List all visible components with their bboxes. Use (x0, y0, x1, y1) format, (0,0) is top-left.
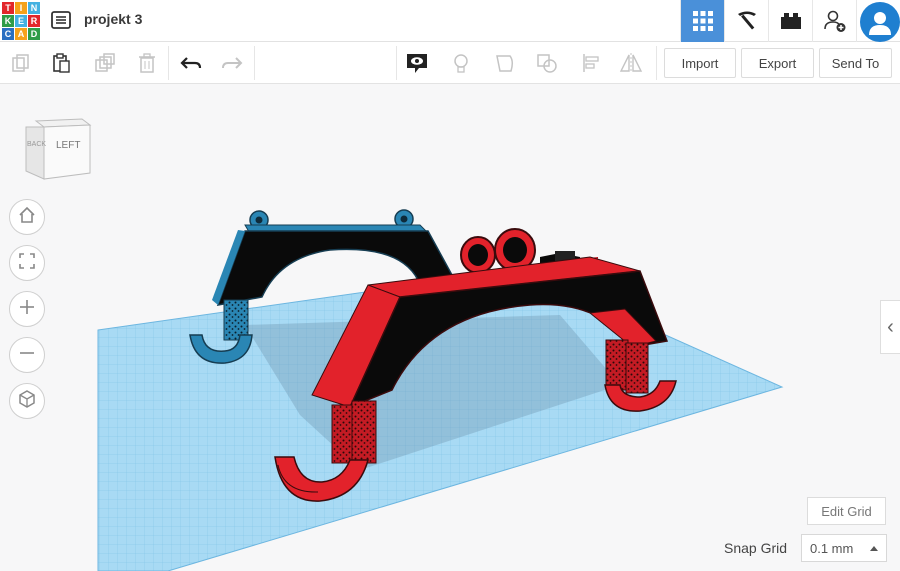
logo-letter: N (28, 2, 40, 14)
design-list-icon[interactable] (50, 9, 72, 31)
paste-icon[interactable] (48, 50, 74, 76)
logo-letter: K (2, 15, 14, 27)
brick-icon[interactable] (768, 0, 812, 42)
edit-toolbar: Import Export Send To (0, 42, 900, 84)
undo-icon[interactable] (178, 50, 204, 76)
zoom-out-button[interactable] (9, 337, 45, 373)
workspace-canvas[interactable]: LEFT BACK ‹ Edit Grid Snap Grid 0.1 mm (0, 85, 900, 571)
import-button[interactable]: Import (664, 48, 736, 78)
copy-icon[interactable] (8, 50, 34, 76)
caret-up-icon (870, 546, 878, 551)
top-nav (680, 0, 900, 42)
redo-icon[interactable] (219, 50, 245, 76)
shape-solid-icon[interactable] (492, 50, 518, 76)
chevron-left-icon: ‹ (887, 315, 894, 338)
project-title[interactable]: projekt 3 (84, 11, 142, 27)
snap-grid-label: Snap Grid (724, 540, 788, 556)
view-cube-side-label: BACK (27, 141, 47, 148)
send-to-button[interactable]: Send To (819, 48, 892, 78)
add-user-icon[interactable] (812, 0, 856, 42)
delete-icon[interactable] (134, 50, 160, 76)
home-icon (17, 205, 37, 230)
home-view-button[interactable] (9, 199, 45, 235)
logo-letter: T (2, 2, 14, 14)
snap-grid-select[interactable]: 0.1 mm (801, 534, 887, 562)
logo-letter: R (28, 15, 40, 27)
top-bar: T I N K E R C A D projekt 3 (0, 0, 900, 42)
shapes-panel-toggle[interactable]: ‹ (880, 300, 900, 354)
logo-letter: A (15, 28, 27, 40)
logo-letter: D (28, 28, 40, 40)
mirror-icon[interactable] (618, 50, 644, 76)
export-button[interactable]: Export (741, 48, 814, 78)
3d-design-grid-icon[interactable] (680, 0, 724, 42)
minus-icon (17, 343, 37, 368)
group-icon[interactable] (534, 50, 560, 76)
ring-left[interactable] (460, 236, 496, 274)
logo-letter: E (15, 15, 27, 27)
profile-avatar[interactable] (856, 0, 900, 42)
logo-letter: I (15, 2, 27, 14)
cube-icon (17, 389, 37, 414)
avatar-icon (859, 1, 900, 42)
logo-letter: C (2, 28, 14, 40)
fit-all-button[interactable] (9, 245, 45, 281)
edit-grid-button[interactable]: Edit Grid (807, 497, 886, 525)
pickaxe-icon[interactable] (724, 0, 768, 42)
fit-view-icon (17, 251, 37, 276)
toolbar-divider (254, 46, 255, 80)
tinkercad-logo[interactable]: T I N K E R C A D (2, 2, 40, 40)
snap-grid-value: 0.1 mm (810, 540, 854, 556)
zoom-in-button[interactable] (9, 291, 45, 327)
notes-comment-icon[interactable] (404, 50, 430, 76)
plus-icon (17, 297, 37, 322)
duplicate-icon[interactable] (92, 50, 118, 76)
lightbulb-icon[interactable] (448, 50, 474, 76)
view-cube[interactable]: LEFT BACK (22, 113, 94, 181)
3d-scene[interactable] (0, 85, 900, 571)
toolbar-divider (396, 46, 397, 80)
perspective-toggle-button[interactable] (9, 383, 45, 419)
view-cube-front-label: LEFT (56, 140, 81, 151)
toolbar-divider (168, 46, 169, 80)
align-icon[interactable] (578, 50, 604, 76)
toolbar-divider (656, 46, 657, 80)
